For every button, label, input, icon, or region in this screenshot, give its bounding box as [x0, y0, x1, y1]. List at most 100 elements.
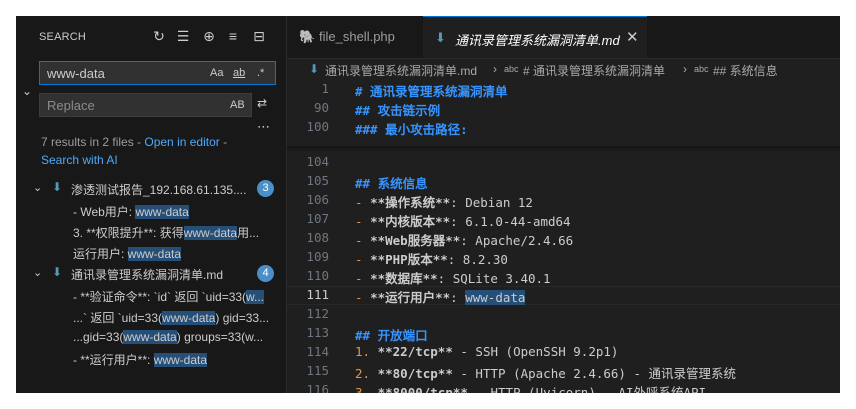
- line-number: 115: [306, 363, 329, 378]
- code-line[interactable]: - **运行用户**: www-data: [355, 287, 526, 306]
- match-highlight: www-data: [183, 226, 238, 240]
- regex-toggle[interactable]: .*: [257, 65, 264, 81]
- line-number: 108: [306, 230, 329, 245]
- result-match[interactable]: - **验证命令**: `id` 返回 `uid=33(w...: [16, 285, 286, 306]
- results-tree: ⌄ ⬇ 渗透测试报告_192.168.61.135.... 3 - Web用户:…: [16, 178, 286, 369]
- replace-placeholder: Replace: [47, 98, 95, 113]
- summary-separator: -: [219, 135, 228, 149]
- line-number: 1: [321, 81, 329, 96]
- code-line[interactable]: # 通讯录管理系统漏洞清单: [355, 81, 508, 100]
- match-highlight: www-data: [153, 353, 208, 367]
- result-file-name: 通讯录管理系统漏洞清单.md: [71, 268, 224, 282]
- match-whole-word-toggle[interactable]: ab: [233, 65, 245, 81]
- search-panel-title: SEARCH: [39, 31, 87, 43]
- match-text: 3. **权限提升**: 获得: [73, 226, 184, 240]
- replace-all-icon[interactable]: ⇄: [257, 96, 267, 110]
- string-symbol-icon: abc: [694, 64, 709, 74]
- refresh-icon[interactable]: ↻: [150, 27, 168, 45]
- line-number: 106: [306, 192, 329, 207]
- match-text: 运行用户:: [73, 247, 128, 261]
- preserve-case-toggle[interactable]: AB: [230, 97, 245, 113]
- clear-results-icon[interactable]: ☰: [174, 27, 192, 45]
- code-line[interactable]: ### 最小攻击路径:: [355, 119, 468, 138]
- code-line[interactable]: - **PHP版本**: 8.2.30: [355, 249, 508, 268]
- line-number: 90: [313, 100, 329, 115]
- match-text-after: 用...: [237, 226, 260, 240]
- line-number: 110: [306, 268, 329, 283]
- line-number: 113: [306, 325, 329, 340]
- breadcrumb-h1[interactable]: # 通讯录管理系统漏洞清单: [523, 62, 665, 79]
- chevron-right-icon: ›: [493, 62, 497, 76]
- match-text: - Web用户:: [73, 205, 136, 219]
- search-panel: SEARCH ↻ ☰ ⊕ ≡ ⊟ ⌄ www-data Aa ab .* Rep…: [16, 16, 287, 393]
- match-highlight: www-data: [123, 330, 177, 344]
- tab-vuln-list-md[interactable]: ⬇ 通讯录管理系统漏洞清单.md ✕: [423, 16, 647, 58]
- results-count-text: 7 results in 2 files -: [41, 135, 145, 149]
- new-search-editor-icon[interactable]: ⊕: [200, 27, 218, 45]
- match-text: ...` 返回 `uid=33(: [73, 311, 163, 325]
- view-as-tree-icon[interactable]: ≡: [224, 27, 242, 45]
- match-text: ...gid=33(: [73, 330, 124, 344]
- result-file-name: 渗透测试报告_192.168.61.135....: [71, 183, 247, 197]
- replace-input[interactable]: Replace AB: [39, 93, 252, 117]
- code-line[interactable]: ## 开放端口: [355, 325, 428, 344]
- result-match[interactable]: 3. **权限提升**: 获得www-data用...: [16, 221, 286, 242]
- search-with-ai-link[interactable]: Search with AI: [41, 153, 118, 167]
- editor-tabs: 🐘 file_shell.php ⬇ 通讯录管理系统漏洞清单.md ✕: [287, 16, 840, 59]
- tab-label: 通讯录管理系统漏洞清单.md: [455, 33, 620, 48]
- line-number: 111: [306, 287, 329, 302]
- code-line[interactable]: ## 攻击链示例: [355, 100, 440, 119]
- result-match[interactable]: - **运行用户**: www-data: [16, 348, 286, 369]
- results-summary: 7 results in 2 files - Open in editor - …: [41, 133, 281, 169]
- match-highlight: www-data: [127, 247, 182, 261]
- match-text: - **运行用户**:: [73, 353, 154, 367]
- markdown-file-icon: ⬇: [435, 30, 446, 45]
- search-panel-header: SEARCH ↻ ☰ ⊕ ≡ ⊟: [16, 16, 286, 58]
- string-symbol-icon: abc: [504, 64, 519, 74]
- result-match[interactable]: ...gid=33(www-data) groups=33(w...: [16, 327, 286, 348]
- tab-label: file_shell.php: [319, 29, 395, 44]
- line-number: 107: [306, 211, 329, 226]
- result-match[interactable]: 运行用户: www-data: [16, 242, 286, 263]
- code-line[interactable]: - **数据库**: SQLite 3.40.1: [355, 268, 551, 287]
- match-case-toggle[interactable]: Aa: [210, 65, 223, 81]
- result-match[interactable]: - Web用户: www-data: [16, 200, 286, 221]
- close-icon[interactable]: ✕: [626, 28, 639, 46]
- match-text-after: ) gid=33...: [215, 311, 270, 325]
- breadcrumb-file[interactable]: 通讯录管理系统漏洞清单.md: [325, 62, 477, 79]
- search-input[interactable]: www-data Aa ab .*: [39, 61, 276, 85]
- result-file-row[interactable]: ⌄ ⬇ 通讯录管理系统漏洞清单.md 4: [16, 263, 286, 285]
- vscode-window: SEARCH ↻ ☰ ⊕ ≡ ⊟ ⌄ www-data Aa ab .* Rep…: [16, 16, 840, 393]
- code-line[interactable]: - **操作系统**: Debian 12: [355, 192, 533, 211]
- markdown-file-icon: ⬇: [52, 180, 63, 194]
- result-file-row[interactable]: ⌄ ⬇ 渗透测试报告_192.168.61.135.... 3: [16, 178, 286, 200]
- match-highlight: www-data: [135, 205, 189, 219]
- line-number: 109: [306, 249, 329, 264]
- match-text-after: ) groups=33(w...: [176, 330, 264, 344]
- markdown-file-icon: ⬇: [52, 265, 63, 279]
- chevron-down-icon[interactable]: ⌄: [33, 266, 42, 279]
- line-number: 105: [306, 173, 329, 188]
- code-line[interactable]: 3. **8000/tcp** - HTTP (Uvicorn) - AI外呼系…: [355, 382, 706, 393]
- toggle-replace-chevron-icon[interactable]: ⌄: [22, 84, 32, 98]
- breadcrumb-h2[interactable]: ## 系统信息: [713, 62, 778, 79]
- match-text: - **验证命令**: `id` 返回 `uid=33(: [73, 290, 247, 304]
- match-highlight: www-data: [162, 311, 216, 325]
- match-count-badge: 3: [257, 180, 274, 197]
- code-line[interactable]: 1. **22/tcp** - SSH (OpenSSH 9.2p1): [355, 344, 618, 359]
- breadcrumb: ⬇ 通讯录管理系统漏洞清单.md › abc # 通讯录管理系统漏洞清单 › a…: [287, 58, 840, 80]
- chevron-down-icon[interactable]: ⌄: [33, 181, 42, 194]
- editor-area: 🐘 file_shell.php ⬇ 通讯录管理系统漏洞清单.md ✕ ⬇ 通讯…: [287, 16, 840, 393]
- markdown-file-icon: ⬇: [309, 62, 320, 76]
- result-match[interactable]: ...` 返回 `uid=33(www-data) gid=33...: [16, 306, 286, 327]
- tab-file-shell-php[interactable]: 🐘 file_shell.php: [287, 16, 422, 58]
- match-highlight: w...: [246, 290, 265, 304]
- code-line[interactable]: 2. **80/tcp** - HTTP (Apache 2.4.66) - 通…: [355, 363, 736, 382]
- open-in-editor-link[interactable]: Open in editor: [144, 135, 219, 149]
- code-line[interactable]: - **内核版本**: 6.1.0-44-amd64: [355, 211, 571, 230]
- code-line[interactable]: - **Web服务器**: Apache/2.4.66: [355, 230, 573, 249]
- collapse-all-icon[interactable]: ⊟: [250, 27, 268, 45]
- code-line[interactable]: ## 系统信息: [355, 173, 428, 192]
- line-number: 114: [306, 344, 329, 359]
- search-input-value: www-data: [47, 66, 105, 81]
